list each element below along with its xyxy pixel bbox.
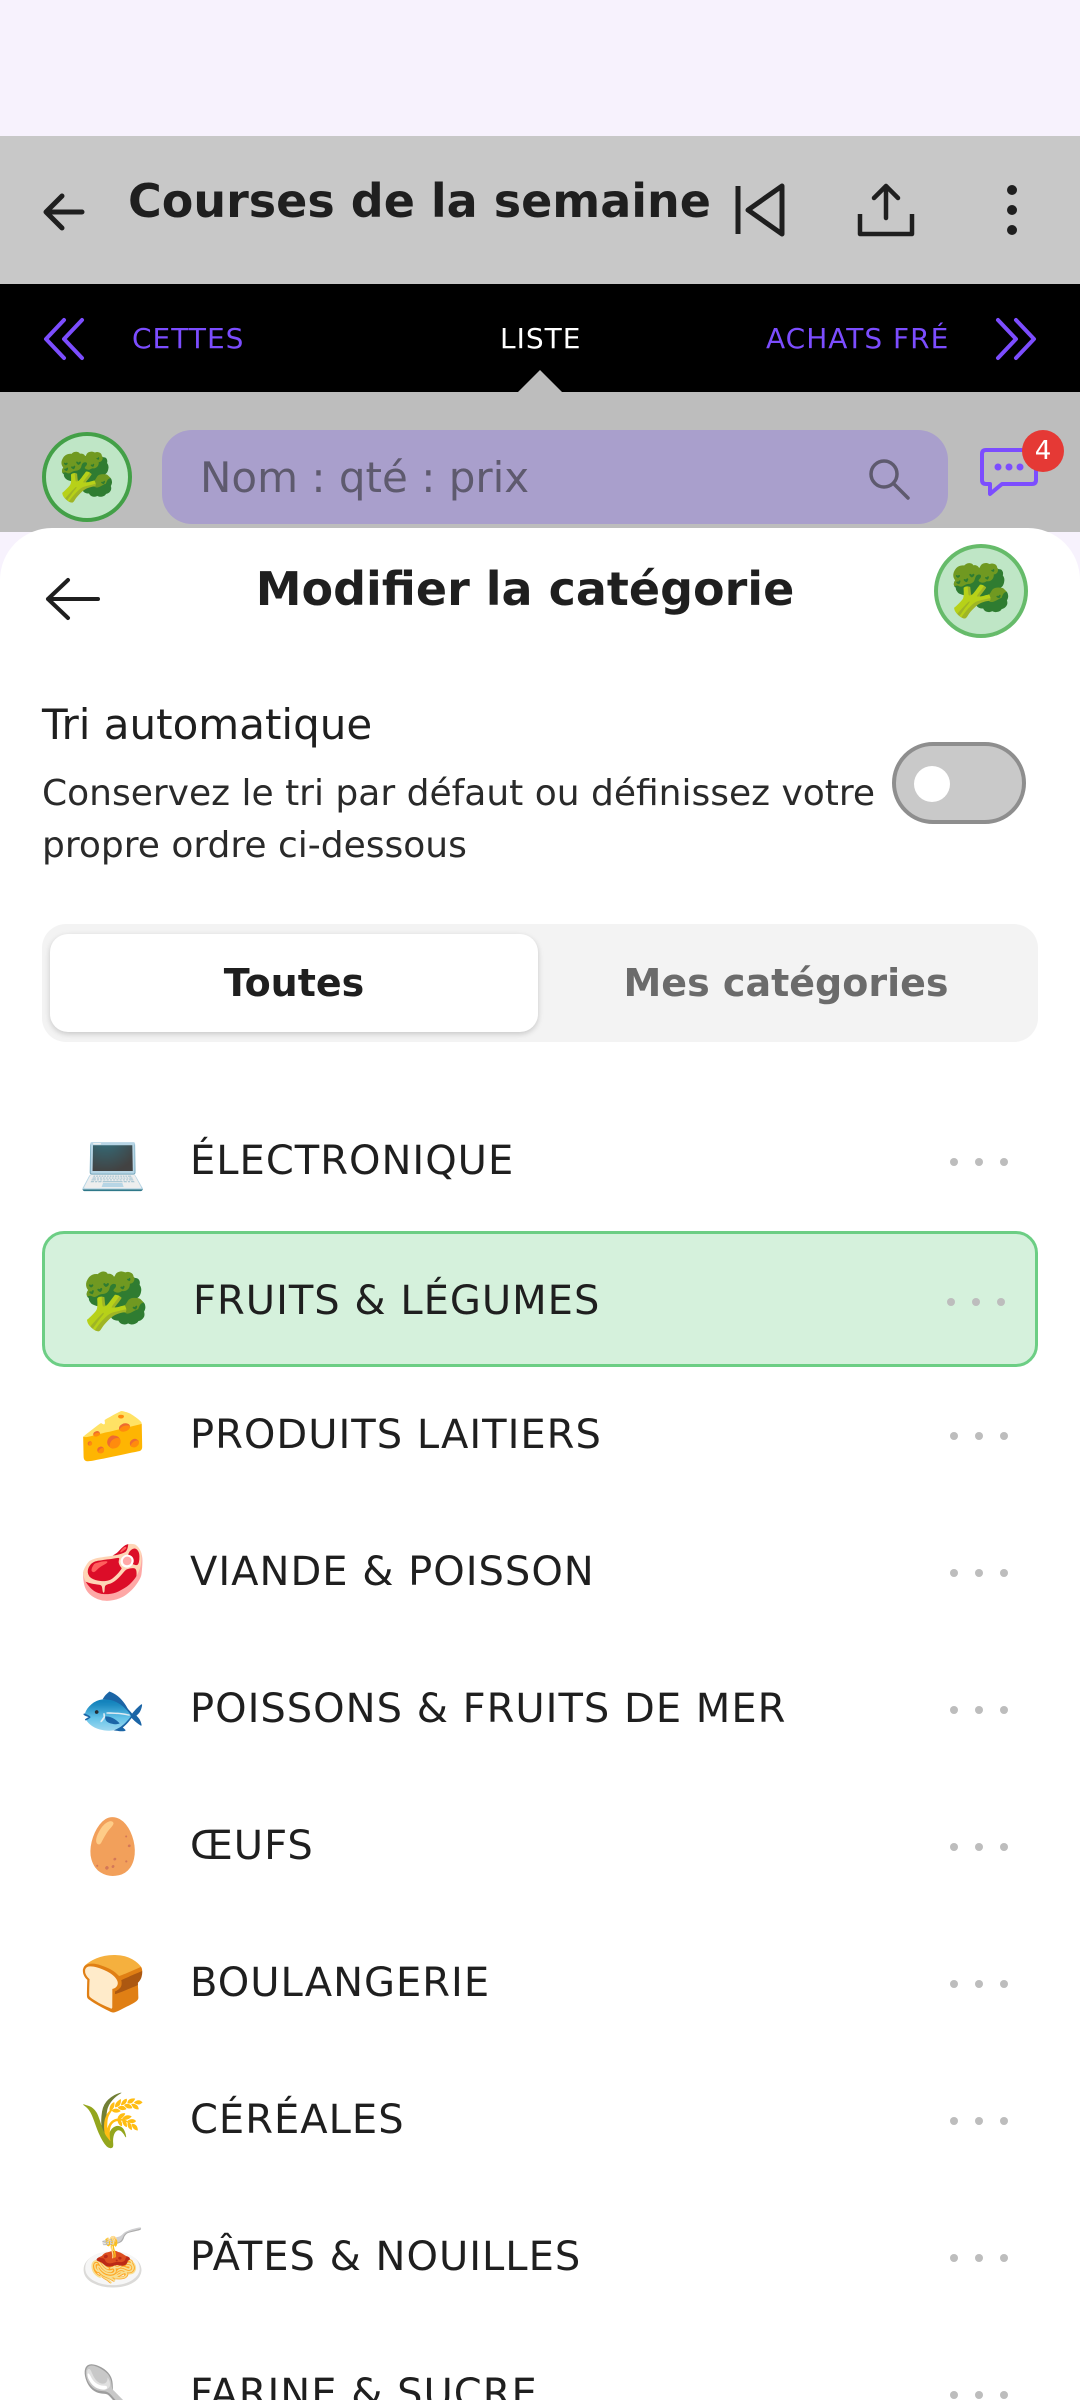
auto-sort-description: Conservez le tri par défaut ou définisse… — [42, 773, 876, 866]
more-horizontal-icon[interactable] — [944, 1827, 1014, 1867]
more-horizontal-icon[interactable] — [944, 1416, 1014, 1456]
more-options-button[interactable] — [978, 176, 1046, 244]
category-label: PRODUITS LAITIERS — [190, 1412, 602, 1458]
share-button[interactable] — [852, 176, 920, 244]
search-icon — [869, 459, 910, 500]
chevrons-right-icon[interactable] — [990, 312, 1044, 366]
chevrons-left-icon[interactable] — [36, 312, 90, 366]
category-emoji-icon: 🥚 — [79, 1815, 147, 1878]
category-label: ÉLECTRONIQUE — [190, 1138, 515, 1184]
more-horizontal-icon[interactable] — [944, 1964, 1014, 2004]
category-emoji-icon: 🥄 — [79, 2363, 147, 2400]
more-horizontal-icon[interactable] — [944, 1142, 1014, 1182]
list-avatar[interactable]: 🥦 — [42, 432, 132, 522]
segment-toutes[interactable]: Toutes — [50, 934, 538, 1032]
category-label: POISSONS & FRUITS DE MER — [190, 1686, 787, 1732]
category-row[interactable]: 🧀 PRODUITS LAITIERS — [42, 1368, 1038, 1504]
auto-sort-toggle[interactable] — [892, 742, 1026, 824]
category-row[interactable]: 🥩 VIANDE & POISSON — [42, 1505, 1038, 1641]
tab-achats-frequents[interactable]: ACHATS FRÉ — [766, 322, 949, 355]
category-row[interactable]: 🌾 CÉRÉALES — [42, 2053, 1038, 2189]
category-avatar[interactable]: 🥦 — [934, 544, 1028, 638]
category-label: VIANDE & POISSON — [190, 1549, 595, 1595]
skip-previous-icon — [735, 183, 785, 237]
category-label: PÂTES & NOUILLES — [190, 2234, 582, 2280]
more-horizontal-icon[interactable] — [944, 2101, 1014, 2141]
category-row[interactable]: 🥚 ŒUFS — [42, 1779, 1038, 1915]
background-search-row: 🥦 Nom : qté : prix 4 — [0, 392, 1080, 532]
app-bar: Courses de la semaine — [0, 136, 1080, 284]
active-tab-indicator — [518, 370, 562, 392]
sheet-title: Modifier la catégorie — [255, 562, 795, 616]
category-row[interactable]: 🍞 BOULANGERIE — [42, 1916, 1038, 2052]
category-label: ŒUFS — [190, 1823, 314, 1869]
share-icon — [857, 183, 915, 237]
category-row[interactable]: 💻 ÉLECTRONIQUE — [42, 1094, 1038, 1230]
category-emoji-icon: 💻 — [79, 1130, 147, 1193]
category-emoji-icon: 🌾 — [79, 2089, 147, 2152]
category-label: FRUITS & LÉGUMES — [193, 1278, 601, 1324]
category-filter-segmented: Toutes Mes catégories — [42, 924, 1038, 1042]
search-input[interactable]: Nom : qté : prix — [162, 430, 948, 524]
tab-liste[interactable]: LISTE — [500, 322, 581, 355]
category-emoji-icon: 🐟 — [79, 1678, 147, 1741]
search-placeholder: Nom : qté : prix — [200, 452, 530, 502]
category-emoji-icon: 🥦 — [82, 1270, 150, 1333]
more-horizontal-icon[interactable] — [944, 2238, 1014, 2278]
more-vertical-icon — [1007, 185, 1017, 235]
tab-recettes[interactable]: CETTES — [132, 322, 244, 355]
category-row[interactable]: 🐟 POISSONS & FRUITS DE MER — [42, 1642, 1038, 1778]
category-emoji-icon: 🍞 — [79, 1952, 147, 2015]
category-list: 💻 ÉLECTRONIQUE 🥦 FRUITS & LÉGUMES 🧀 PRODUITS … — [42, 1094, 1038, 2400]
category-label: FARINE & SUCRE — [190, 2371, 538, 2400]
category-emoji-icon: 🥩 — [79, 1541, 147, 1604]
more-horizontal-icon[interactable] — [944, 2375, 1014, 2400]
more-horizontal-icon[interactable] — [944, 1690, 1014, 1730]
category-row[interactable]: 🥄 FARINE & SUCRE — [42, 2327, 1038, 2400]
category-label: BOULANGERIE — [190, 1960, 491, 2006]
category-row[interactable]: 🍝 PÂTES & NOUILLES — [42, 2190, 1038, 2326]
notification-badge: 4 — [1022, 430, 1064, 472]
category-emoji-icon: 🧀 — [79, 1404, 147, 1467]
status-bar — [0, 0, 1080, 136]
category-row[interactable]: 🥦 FRUITS & LÉGUMES — [42, 1231, 1038, 1367]
category-label: CÉRÉALES — [190, 2097, 405, 2143]
more-horizontal-icon[interactable] — [941, 1282, 1011, 1322]
segment-mes-categories[interactable]: Mes catégories — [542, 934, 1030, 1032]
category-emoji-icon: 🍝 — [79, 2226, 147, 2289]
skip-previous-button[interactable] — [726, 176, 794, 244]
back-arrow-icon[interactable] — [36, 184, 92, 240]
page-title: Courses de la semaine — [128, 174, 711, 228]
edit-category-sheet: Modifier la catégorie 🥦 Tri automatique … — [0, 528, 1080, 2400]
auto-sort-title: Tri automatique — [42, 700, 373, 749]
toggle-knob — [914, 766, 950, 802]
more-horizontal-icon[interactable] — [944, 1553, 1014, 1593]
